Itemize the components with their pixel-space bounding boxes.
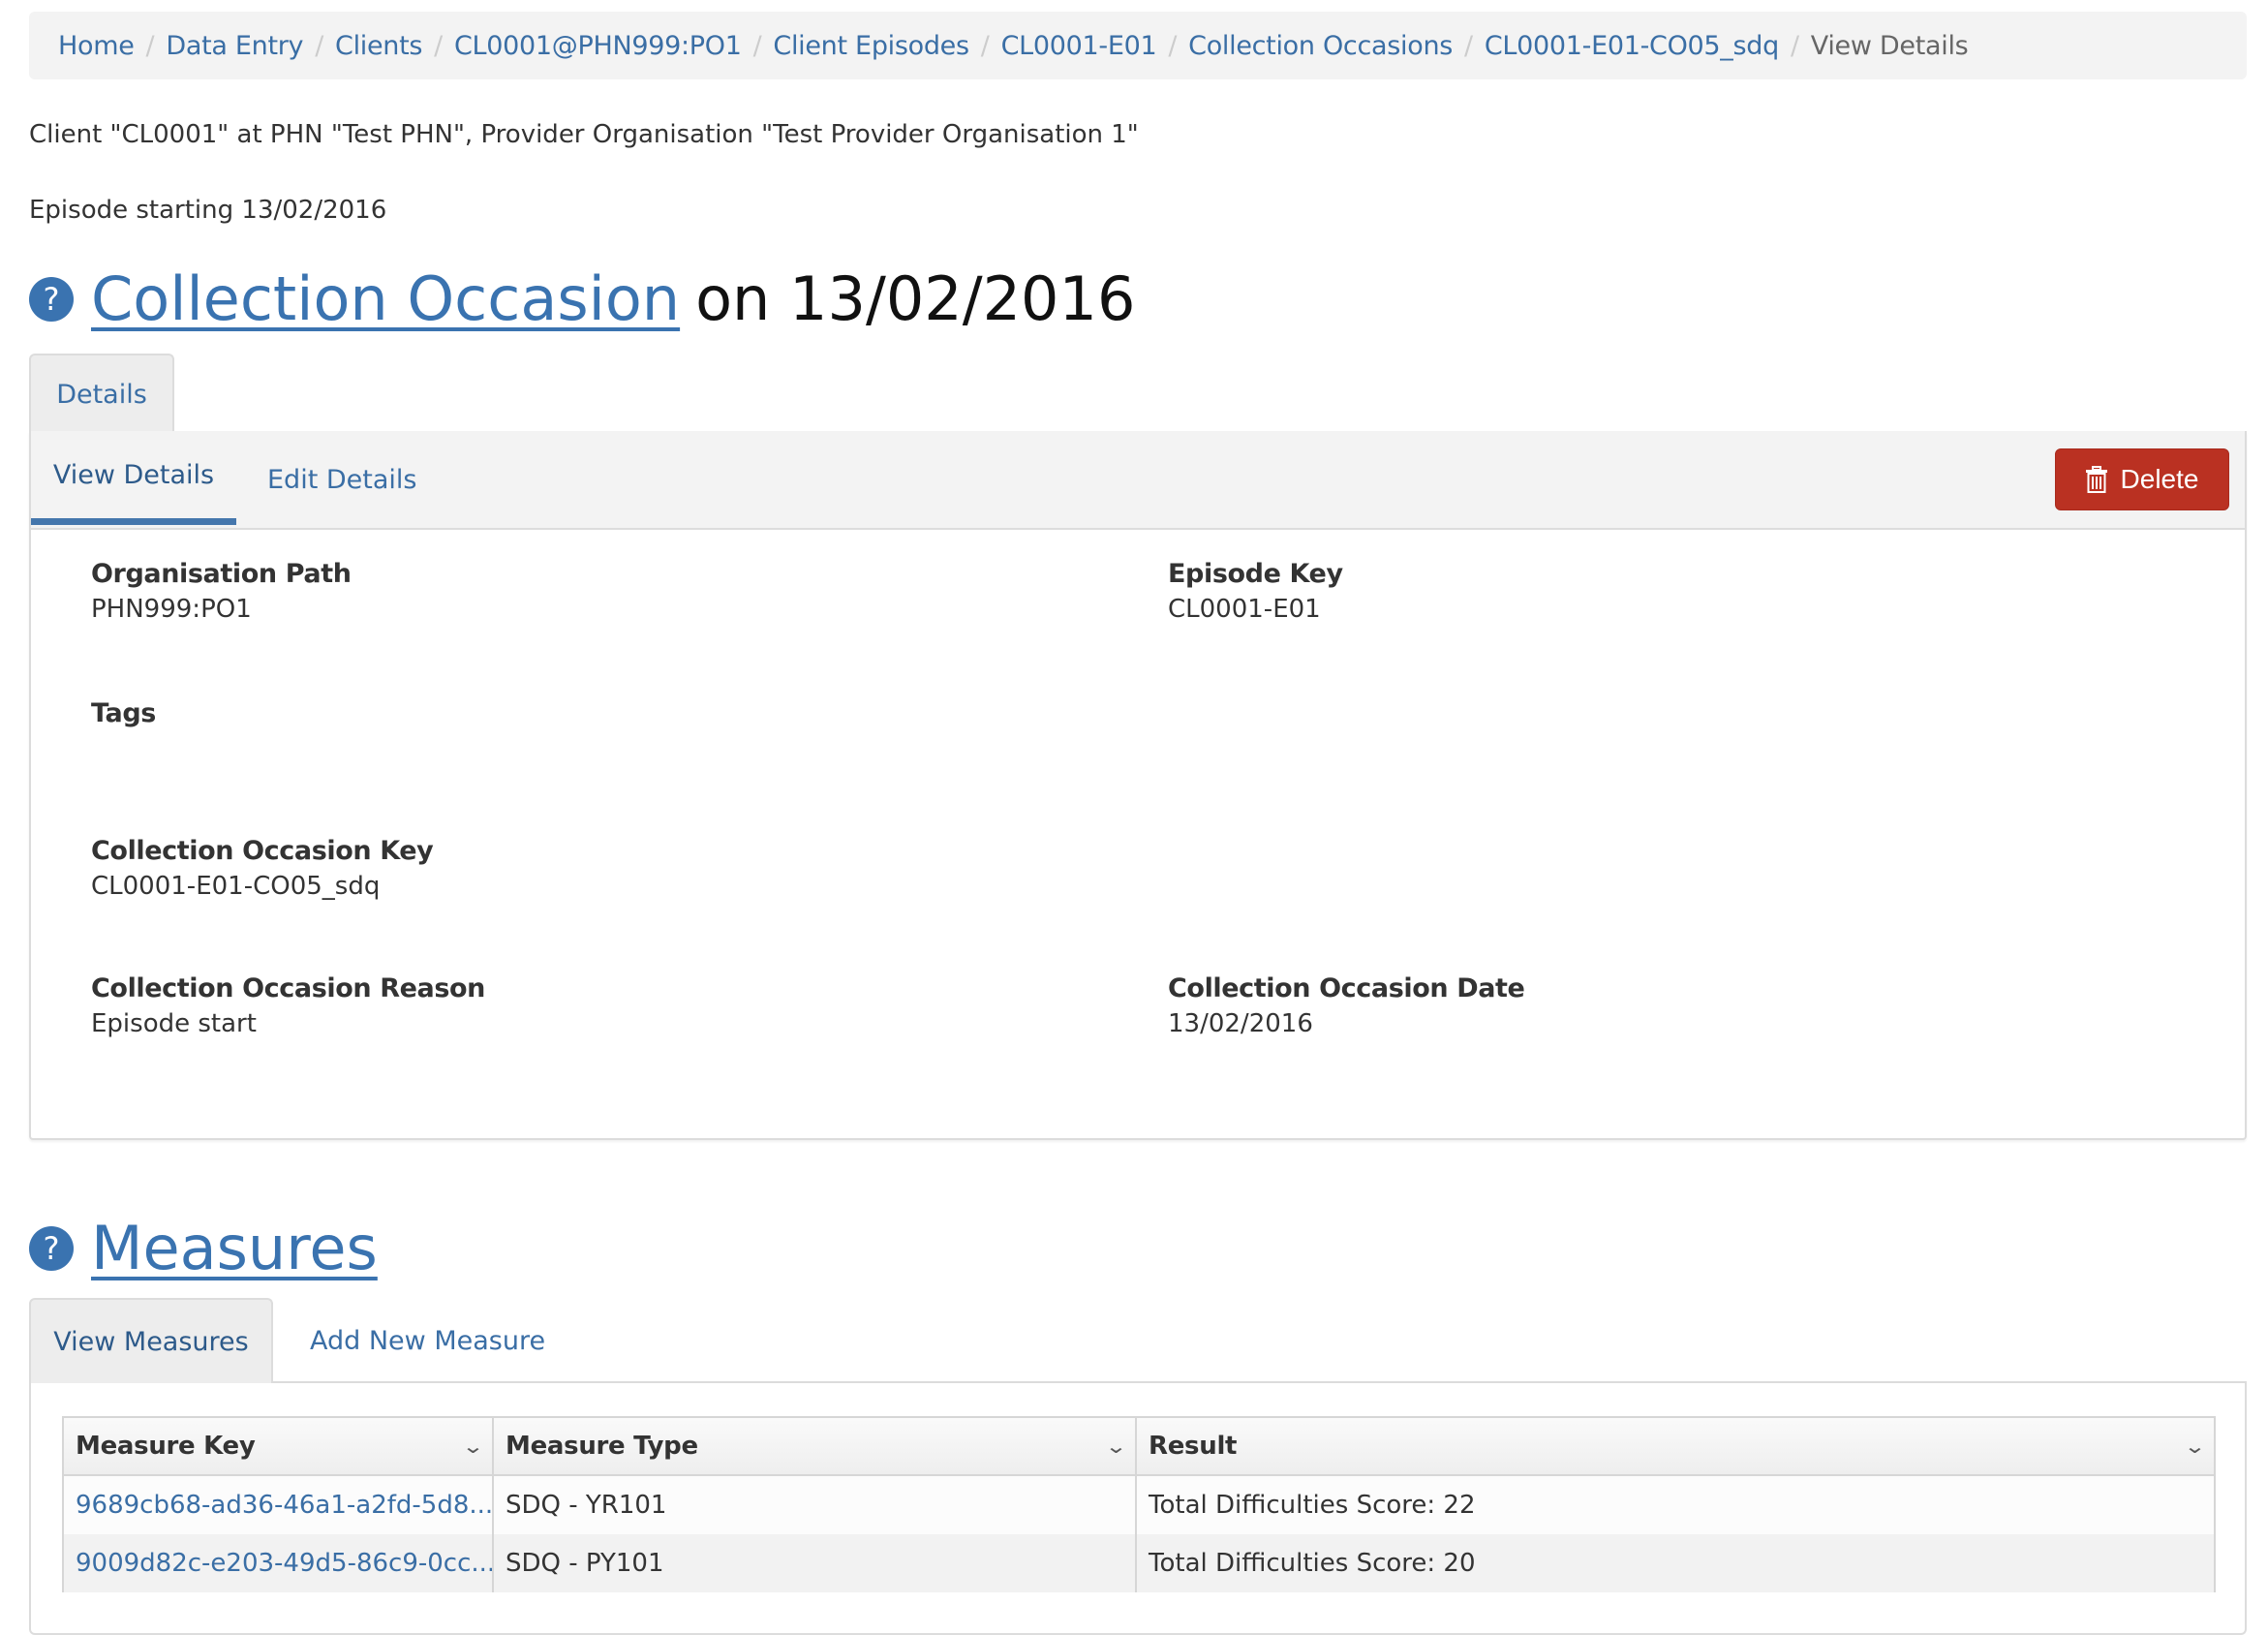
measures-link[interactable]: Measures — [91, 1213, 378, 1283]
measures-tabs: View Measures Add New Measure — [29, 1298, 2247, 1383]
breadcrumb-client[interactable]: CL0001@PHN999:PO1 — [454, 31, 742, 61]
breadcrumb-separator: / — [1464, 30, 1473, 61]
chevron-down-icon[interactable]: ⌄ — [2183, 1434, 2205, 1458]
details-tabs: Details — [29, 354, 2247, 433]
delete-label: Delete — [2120, 464, 2199, 494]
details-panel: View Details Edit Details Delete Organis… — [29, 431, 2247, 1140]
breadcrumb-current: View Details — [1810, 30, 1969, 61]
breadcrumb: Home / Data Entry / Clients / CL0001@PHN… — [29, 12, 2247, 79]
table-header: Measure Key ⌄ Measure Type ⌄ Result ⌄ — [64, 1418, 2214, 1476]
field-value: Episode start — [91, 1009, 257, 1038]
help-icon[interactable]: ? — [29, 1225, 74, 1271]
breadcrumb-separator: / — [1168, 30, 1178, 61]
field-value: CL0001-E01 — [1168, 595, 1321, 624]
breadcrumb-collection-occasion[interactable]: CL0001-E01-CO05_sdq — [1485, 31, 1779, 61]
client-info: Client "CL0001" at PHN "Test PHN", Provi… — [29, 120, 1139, 149]
field-collection-occasion-date: Collection Occasion Date 13/02/2016 — [1168, 973, 1525, 1038]
chevron-down-icon[interactable]: ⌄ — [1104, 1434, 1126, 1458]
field-value: PHN999:PO1 — [91, 595, 252, 624]
column-header-measure-key[interactable]: Measure Key ⌄ — [64, 1418, 494, 1474]
breadcrumb-separator: / — [980, 30, 990, 61]
field-value: 13/02/2016 — [1168, 1009, 1313, 1038]
field-label: Organisation Path — [91, 559, 352, 589]
measure-type-cell: SDQ - PY101 — [494, 1534, 1137, 1592]
tab-add-new-measure[interactable]: Add New Measure — [310, 1298, 545, 1383]
result-cell: Total Difficulties Score: 20 — [1149, 1549, 1476, 1578]
column-label: Measure Type — [506, 1432, 698, 1461]
measure-key-link[interactable]: 9689cb68-ad36-46a1-a2fd-5d8... — [64, 1476, 494, 1534]
trash-icon — [2085, 466, 2107, 493]
breadcrumb-separator: / — [1790, 30, 1799, 61]
column-header-result[interactable]: Result ⌄ — [1137, 1418, 2214, 1474]
field-tags: Tags — [91, 698, 156, 734]
field-label: Collection Occasion Key — [91, 836, 434, 866]
column-label: Result — [1149, 1432, 1238, 1461]
breadcrumb-separator: / — [315, 30, 324, 61]
measures-heading: ? Measures — [29, 1213, 378, 1283]
measures-panel: Measure Key ⌄ Measure Type ⌄ Result ⌄ 96… — [29, 1383, 2247, 1635]
breadcrumb-separator: / — [752, 30, 762, 61]
breadcrumb-data-entry[interactable]: Data Entry — [166, 31, 303, 61]
collection-occasion-link[interactable]: Collection Occasion — [91, 263, 680, 334]
field-collection-occasion-reason: Collection Occasion Reason Episode start — [91, 973, 485, 1038]
breadcrumb-clients[interactable]: Clients — [335, 31, 422, 61]
tab-edit-details[interactable]: Edit Details — [267, 431, 416, 528]
breadcrumb-separator: / — [145, 30, 155, 61]
table-row[interactable]: 9009d82c-e203-49d5-86c9-0cc... SDQ - PY1… — [64, 1534, 2214, 1592]
column-label: Measure Key — [76, 1432, 256, 1461]
collection-occasion-date-title: on 13/02/2016 — [695, 263, 1136, 334]
field-value: CL0001-E01-CO05_sdq — [91, 872, 381, 901]
field-label: Episode Key — [1168, 559, 1343, 589]
breadcrumb-home[interactable]: Home — [58, 31, 135, 61]
table-row[interactable]: 9689cb68-ad36-46a1-a2fd-5d8... SDQ - YR1… — [64, 1476, 2214, 1534]
field-collection-occasion-key: Collection Occasion Key CL0001-E01-CO05_… — [91, 836, 434, 901]
breadcrumb-collection-occasions[interactable]: Collection Occasions — [1188, 31, 1453, 61]
field-label: Tags — [91, 698, 156, 728]
column-header-measure-type[interactable]: Measure Type ⌄ — [494, 1418, 1137, 1474]
field-episode-key: Episode Key CL0001-E01 — [1168, 559, 1343, 624]
episode-info: Episode starting 13/02/2016 — [29, 196, 387, 225]
field-organisation-path: Organisation Path PHN999:PO1 — [91, 559, 352, 624]
collection-occasion-heading: ? Collection Occasion on 13/02/2016 — [29, 263, 1135, 334]
help-icon[interactable]: ? — [29, 276, 74, 322]
measure-type-cell: SDQ - YR101 — [494, 1476, 1137, 1534]
result-cell: Total Difficulties Score: 22 — [1149, 1491, 1476, 1520]
tab-details[interactable]: Details — [29, 354, 174, 433]
field-label: Collection Occasion Reason — [91, 973, 485, 1003]
chevron-down-icon[interactable]: ⌄ — [461, 1434, 483, 1458]
measures-table: Measure Key ⌄ Measure Type ⌄ Result ⌄ 96… — [62, 1416, 2216, 1592]
field-label: Collection Occasion Date — [1168, 973, 1525, 1003]
breadcrumb-client-episodes[interactable]: Client Episodes — [773, 31, 969, 61]
tab-view-details[interactable]: View Details — [31, 431, 236, 525]
measure-key-link[interactable]: 9009d82c-e203-49d5-86c9-0cc... — [64, 1534, 494, 1592]
breadcrumb-separator: / — [434, 30, 443, 61]
delete-button[interactable]: Delete — [2055, 448, 2229, 510]
tab-view-measures[interactable]: View Measures — [29, 1298, 273, 1383]
breadcrumb-episode[interactable]: CL0001-E01 — [1001, 31, 1157, 61]
details-subtabs: View Details Edit Details Delete — [31, 431, 2245, 530]
